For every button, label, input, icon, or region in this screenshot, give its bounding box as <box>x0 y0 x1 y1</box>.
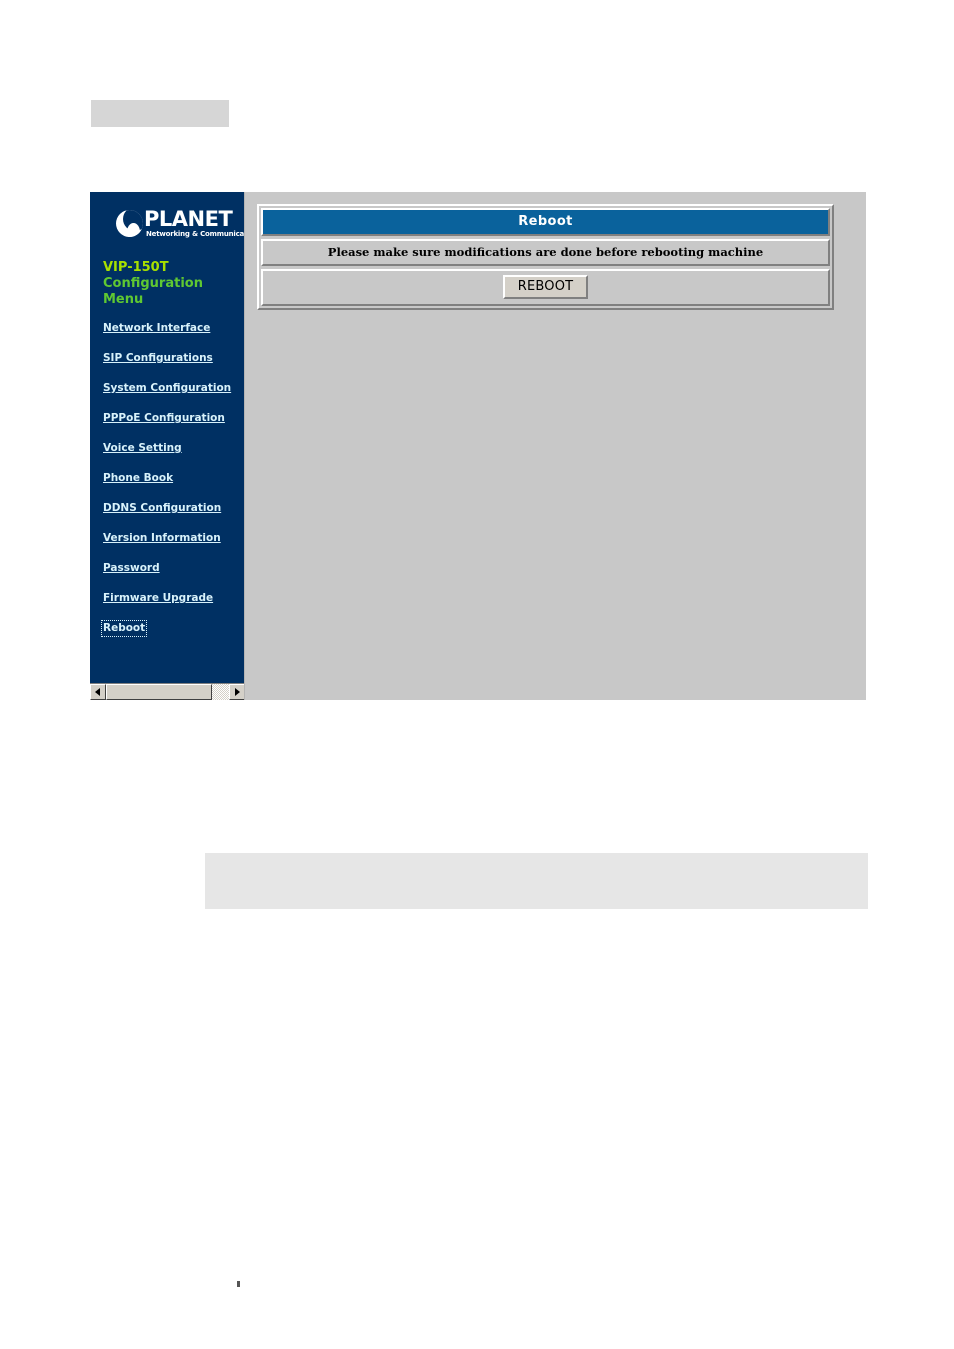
sidebar-item-reboot[interactable]: Reboot <box>100 620 148 637</box>
redacted-caption-block <box>205 853 868 909</box>
list-item: Password <box>103 560 244 575</box>
list-item: Network Interface <box>103 320 244 335</box>
configuration-menu-heading: Configuration Menu <box>103 276 203 307</box>
sidebar-item-sip-configurations[interactable]: SIP Configurations <box>103 352 213 365</box>
sidebar-menu-list: Network Interface SIP Configurations Sys… <box>100 320 244 637</box>
right-arrow-glyph <box>235 688 240 696</box>
sidebar-item-system-configuration[interactable]: System Configuration <box>103 382 231 395</box>
list-item: Reboot <box>100 620 244 637</box>
panel-title-row: Reboot <box>261 208 830 236</box>
list-item: System Configuration <box>103 380 244 395</box>
planet-logo: PLANET Networking & Communication <box>103 206 244 244</box>
scroll-left-arrow-icon[interactable] <box>90 684 106 700</box>
reboot-panel: Reboot Please make sure modifications ar… <box>257 204 834 310</box>
sidebar-item-ddns-configuration[interactable]: DDNS Configuration <box>103 502 221 515</box>
sidebar-item-network-interface[interactable]: Network Interface <box>103 322 210 335</box>
sidebar-horizontal-scrollbar[interactable] <box>90 683 244 700</box>
list-item: PPPoE Configuration <box>103 410 244 425</box>
page-title: Reboot <box>263 210 828 234</box>
scroll-right-arrow-icon[interactable] <box>229 684 244 700</box>
sidebar-item-phone-book[interactable]: Phone Book <box>103 472 173 485</box>
content-pane: Reboot Please make sure modifications ar… <box>245 192 866 700</box>
scrollbar-track[interactable] <box>106 684 229 700</box>
reboot-notice-text: Please make sure modifications are done … <box>263 241 828 264</box>
list-item: Voice Setting <box>103 440 244 455</box>
panel-notice-row: Please make sure modifications are done … <box>261 239 830 266</box>
planet-logo-tagline: Networking & Communication <box>146 230 244 239</box>
device-web-ui-screenshot: PLANET Networking & Communication VIP-15… <box>90 192 866 700</box>
sidebar-item-firmware-upgrade[interactable]: Firmware Upgrade <box>103 592 213 605</box>
list-item: Firmware Upgrade <box>103 590 244 605</box>
reboot-button[interactable]: REBOOT <box>502 275 589 299</box>
configuration-menu-sidebar: PLANET Networking & Communication VIP-15… <box>90 192 245 700</box>
page-artifact-mark <box>237 1281 240 1287</box>
list-item: SIP Configurations <box>103 350 244 365</box>
action-cell: REBOOT <box>263 271 828 304</box>
list-item: Phone Book <box>103 470 244 485</box>
sidebar-item-password[interactable]: Password <box>103 562 160 575</box>
sidebar-item-voice-setting[interactable]: Voice Setting <box>103 442 182 455</box>
redacted-heading-block <box>91 100 229 127</box>
planet-logo-wordmark: PLANET <box>144 207 233 231</box>
list-item: Version Information <box>103 530 244 545</box>
sidebar-content: PLANET Networking & Communication VIP-15… <box>90 192 244 669</box>
list-item: DDNS Configuration <box>103 500 244 515</box>
scrollbar-thumb[interactable] <box>106 684 212 700</box>
left-arrow-glyph <box>95 688 100 696</box>
sidebar-item-version-information[interactable]: Version Information <box>103 532 221 545</box>
panel-action-row: REBOOT <box>261 269 830 306</box>
planet-globe-icon <box>116 210 143 237</box>
sidebar-item-pppoe-configuration[interactable]: PPPoE Configuration <box>103 412 225 425</box>
device-model-label: VIP-150T <box>103 260 169 275</box>
